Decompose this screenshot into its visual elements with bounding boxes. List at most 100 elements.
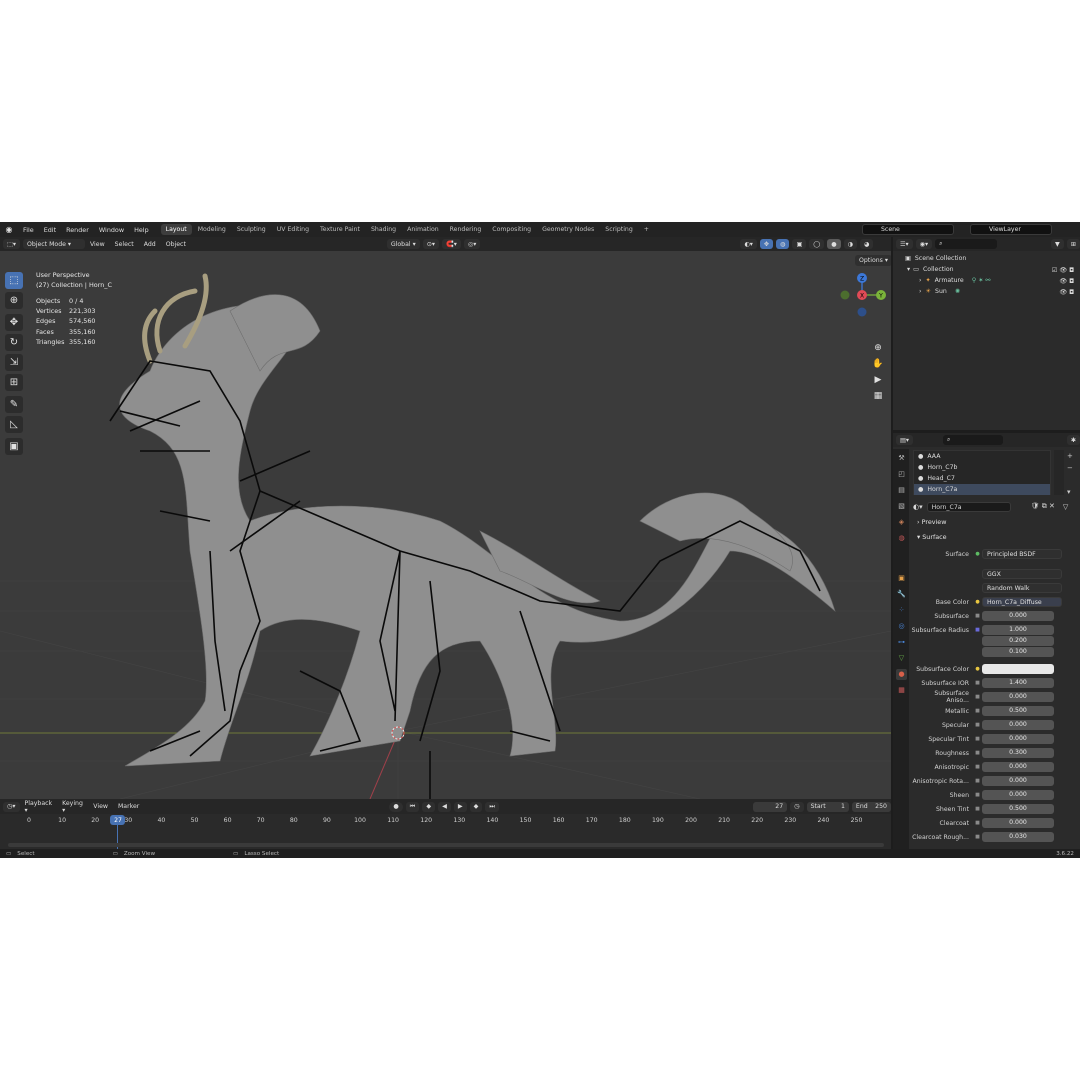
- pivot-icon[interactable]: ⊙▾: [422, 239, 439, 249]
- zoom-icon[interactable]: ⊕: [871, 341, 885, 355]
- menu-select[interactable]: Select: [110, 241, 139, 248]
- value-slider[interactable]: 0.100: [982, 647, 1054, 657]
- tab-sculpting[interactable]: Sculpting: [232, 224, 271, 235]
- navigation-gizmo[interactable]: Z Y X: [840, 273, 887, 317]
- 3d-viewport[interactable]: Z Y X ⬚ ⊕ ✥ ↻ ⇲ ⊞ ✎ ◺ ▣ Options ▾ ⊕ ✋ ▶ …: [0, 251, 891, 799]
- tree-item-sun[interactable]: › ☀ Sun ✺ 👁 ◘: [893, 286, 1080, 297]
- jump-start-icon[interactable]: ⏮: [405, 801, 420, 812]
- add-cube-tool-icon[interactable]: ▣: [5, 438, 23, 455]
- options-dropdown[interactable]: Options ▾: [855, 255, 891, 266]
- tab-compositing[interactable]: Compositing: [487, 224, 536, 235]
- next-keyframe-icon[interactable]: ◆: [469, 801, 483, 812]
- tab-scripting[interactable]: Scripting: [600, 224, 638, 235]
- output-tab-icon[interactable]: ▤: [896, 485, 907, 496]
- value-slider[interactable]: 0.000: [982, 818, 1054, 828]
- object-tab-icon[interactable]: ▣: [896, 573, 907, 584]
- menu-marker[interactable]: Marker: [113, 803, 144, 810]
- menu-window[interactable]: Window: [94, 226, 129, 234]
- tree-item-armature[interactable]: › ✦ Armature ⚲ ✶ ⚯ 👁 ◘: [893, 275, 1080, 286]
- end-frame-field[interactable]: End 250: [851, 801, 891, 812]
- current-frame-field[interactable]: 27: [752, 801, 788, 812]
- tab-modeling[interactable]: Modeling: [193, 224, 231, 235]
- menu-add[interactable]: Add: [139, 241, 161, 248]
- chevron-right-icon[interactable]: ›: [919, 277, 921, 284]
- eye-icon[interactable]: 👁 ◘: [1059, 288, 1074, 296]
- value-slider[interactable]: 0.500: [982, 804, 1054, 814]
- tab-texture-paint[interactable]: Texture Paint: [315, 224, 365, 235]
- value-slider[interactable]: 0.000: [982, 692, 1054, 702]
- particles-tab-icon[interactable]: ⁘: [896, 605, 907, 616]
- value-slider[interactable]: 0.030: [982, 832, 1054, 842]
- menu-playback[interactable]: Playback ▾: [20, 800, 58, 814]
- physics-tab-icon[interactable]: ◎: [896, 621, 907, 632]
- filter-icon[interactable]: ▼: [1051, 239, 1064, 249]
- material-tab-icon[interactable]: ●: [896, 669, 907, 680]
- tab-layout[interactable]: Layout: [160, 224, 192, 235]
- tree-item-scene-collection[interactable]: ▣ Scene Collection: [893, 253, 1080, 264]
- menu-edit[interactable]: Edit: [39, 226, 61, 234]
- slot-buttons[interactable]: + − ▾: [1067, 450, 1073, 498]
- menu-file[interactable]: File: [18, 226, 39, 234]
- play-icon[interactable]: ▶: [453, 801, 467, 812]
- scale-tool-icon[interactable]: ⇲: [5, 354, 23, 371]
- outliner-editor-icon[interactable]: ☰▾: [896, 239, 913, 249]
- eye-icon[interactable]: 👁 ◘: [1059, 277, 1074, 285]
- properties-search-input[interactable]: ⌕: [942, 435, 1003, 445]
- value-slider[interactable]: 0.000: [982, 734, 1054, 744]
- properties-editor-icon[interactable]: ▤▾: [896, 435, 913, 445]
- chevron-down-icon[interactable]: ▾: [907, 266, 910, 273]
- snap-icon[interactable]: 🧲▾: [442, 239, 461, 249]
- tab-rendering[interactable]: Rendering: [445, 224, 487, 235]
- jump-end-icon[interactable]: ⏭: [485, 801, 499, 812]
- subsurface-method-dropdown[interactable]: Random Walk: [982, 583, 1062, 593]
- pin-icon[interactable]: ✱: [1066, 435, 1080, 445]
- measure-tool-icon[interactable]: ◺: [5, 416, 23, 433]
- menu-keying[interactable]: Keying ▾: [57, 800, 88, 814]
- material-browse-icon[interactable]: ◐▾: [913, 503, 923, 511]
- orientation-dropdown[interactable]: Global ▾: [386, 239, 420, 249]
- mode-dropdown[interactable]: Object Mode ▾: [22, 239, 85, 249]
- surface-section[interactable]: ▾ Surface: [917, 533, 947, 541]
- outliner-search-input[interactable]: ⌕: [935, 239, 998, 249]
- list-item[interactable]: ● Head_C7: [914, 473, 1050, 484]
- start-frame-field[interactable]: Start 1: [806, 801, 849, 812]
- value-slider[interactable]: 0.000: [982, 720, 1054, 730]
- shading-solid-icon[interactable]: ●: [827, 239, 841, 249]
- modifier-tab-icon[interactable]: 🔧: [896, 589, 907, 600]
- tab-shading[interactable]: Shading: [366, 224, 401, 235]
- distribution-dropdown[interactable]: GGX: [982, 569, 1062, 579]
- value-slider[interactable]: 0.000: [982, 611, 1054, 621]
- value-slider[interactable]: 0.000: [982, 790, 1054, 800]
- base-color-texture-field[interactable]: Horn_C7a_Diffuse: [982, 597, 1062, 607]
- shading-material-icon[interactable]: ◑: [843, 239, 858, 249]
- preview-section[interactable]: › Preview: [917, 518, 946, 526]
- value-slider[interactable]: 1.400: [982, 678, 1054, 688]
- tab-geometry-nodes[interactable]: Geometry Nodes: [537, 224, 599, 235]
- material-name-input[interactable]: Horn_C7a: [926, 501, 1011, 512]
- camera-icon[interactable]: ▶: [871, 373, 885, 387]
- timeline-scrollbar[interactable]: [8, 843, 884, 847]
- chevron-right-icon[interactable]: ›: [919, 288, 921, 295]
- surface-shader-dropdown[interactable]: Principled BSDF: [982, 549, 1062, 559]
- menu-object[interactable]: Object: [161, 241, 191, 248]
- cursor-tool-icon[interactable]: ⊕: [5, 292, 23, 309]
- menu-view[interactable]: View: [85, 241, 110, 248]
- tab-animation[interactable]: Animation: [402, 224, 444, 235]
- visibility-icon[interactable]: ◐▾: [740, 239, 757, 249]
- proportional-edit-icon[interactable]: ◎▾: [463, 239, 481, 249]
- blender-logo-icon[interactable]: ◉: [0, 225, 18, 234]
- menu-view-timeline[interactable]: View: [88, 803, 113, 810]
- link-filter-icon[interactable]: ▽: [1063, 503, 1068, 511]
- value-slider[interactable]: 0.000: [982, 762, 1054, 772]
- xray-icon[interactable]: ▣: [792, 239, 807, 249]
- material-slot-list[interactable]: ● AAA ● Horn_C7b ● Head_C7 ● Horn_C7a: [913, 450, 1051, 495]
- overlay-toggle-icon[interactable]: ◍: [776, 239, 790, 249]
- tree-item-collection[interactable]: ▾ ▭ Collection ☑ 👁 ◘: [893, 264, 1080, 275]
- value-slider[interactable]: 0.000: [982, 776, 1054, 786]
- view-layer-selector[interactable]: ViewLayer: [970, 224, 1052, 235]
- display-mode-icon[interactable]: ◉▾: [915, 239, 933, 249]
- list-item[interactable]: ● Horn_C7a: [914, 484, 1050, 495]
- gizmo-toggle-icon[interactable]: ✥: [759, 239, 774, 249]
- view-layer-tab-icon[interactable]: ▧: [896, 501, 907, 512]
- menu-help[interactable]: Help: [129, 226, 154, 234]
